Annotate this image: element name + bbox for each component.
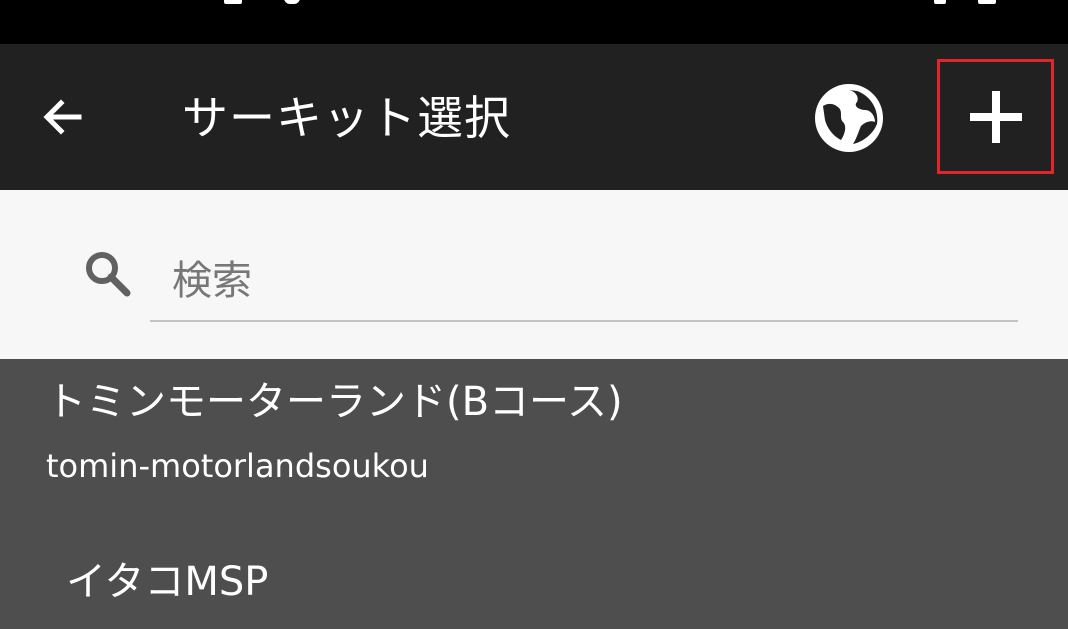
list-item[interactable]: トミンモーターランド(Bコース) tomin-motorlandsoukou — [0, 359, 1068, 519]
status-bar — [0, 0, 1068, 44]
globe-icon — [815, 84, 883, 152]
globe-button[interactable] — [804, 78, 894, 158]
arrow-back-icon — [43, 99, 82, 135]
back-button[interactable] — [30, 89, 96, 145]
search-icon — [86, 252, 131, 297]
search-bar — [0, 190, 1068, 359]
circuit-list: トミンモーターランド(Bコース) tomin-motorlandsoukou イ… — [0, 359, 1068, 605]
circuit-id: tomin-motorlandsoukou — [46, 447, 429, 485]
status-battery-icon — [978, 0, 996, 4]
plus-icon — [969, 90, 1022, 143]
status-notification-icon — [224, 0, 242, 4]
list-item[interactable]: イタコMSP — [0, 529, 1068, 629]
status-signal-icon — [934, 0, 946, 4]
add-circuit-button[interactable] — [937, 59, 1054, 174]
circuit-name: トミンモーターランド(Bコース) — [46, 379, 623, 425]
app-bar: サーキット選択 — [0, 44, 1068, 190]
page-title: サーキット選択 — [182, 91, 511, 145]
search-input[interactable] — [150, 242, 1018, 322]
circuit-name: イタコMSP — [66, 559, 269, 605]
status-sync-icon — [284, 0, 300, 4]
